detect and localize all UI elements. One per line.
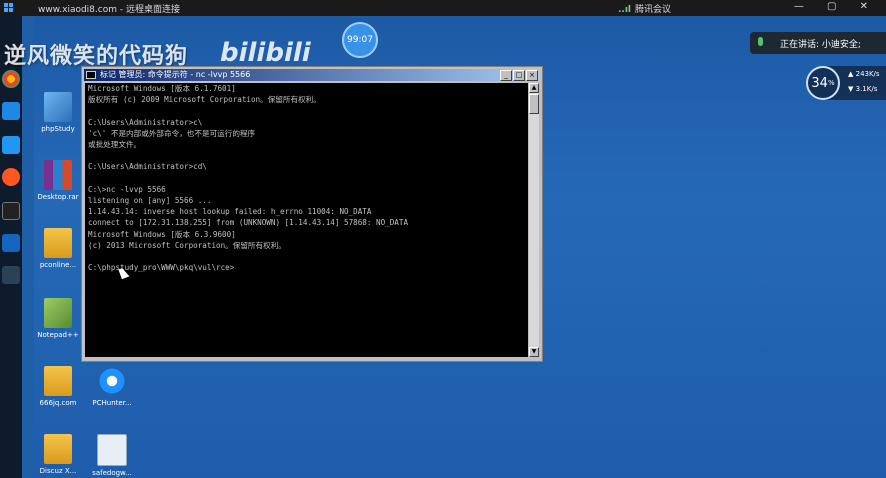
firefox-icon[interactable] (2, 168, 20, 186)
timer-badge[interactable]: 99:07 (342, 22, 378, 58)
desktop-icon-label: PCHunter... (92, 399, 132, 407)
scroll-down-arrow-icon[interactable]: ▼ (529, 347, 539, 357)
desktop-icon-phpstudy[interactable]: phpStudy (32, 92, 84, 133)
console-line: C:\>nc -lvvp 5566 (88, 184, 166, 194)
usage-percent-value: 34 (811, 75, 828, 91)
window-controls[interactable]: — ▢ ✕ (794, 1, 878, 12)
chrome-icon[interactable] (2, 70, 20, 88)
console-line: 版权所有 (c) 2009 Microsoft Corporation。保留所有… (88, 95, 321, 105)
console-line: listening on [any] 5566 ... (88, 196, 212, 206)
desktop-icon-label: safedogw... (92, 469, 132, 477)
windows-logo-icon[interactable] (4, 3, 14, 13)
close-button[interactable]: × (526, 70, 538, 81)
usage-percent-unit: % (827, 79, 835, 87)
console-line: C:\Users\Administrator>c\ (88, 117, 203, 127)
upload-speed: ▲ 243K/s (848, 70, 880, 78)
cmd-window-buttons: _ □ × (499, 70, 538, 81)
cmd-console-output[interactable]: Microsoft Windows [版本 6.1.7601] 版权所有 (c) … (85, 83, 528, 357)
cmd-titlebar[interactable]: 标记 管理员: 命令提示符 - nc -lvvp 5566 _ □ × (84, 69, 540, 81)
desktop-icon-safedog[interactable]: safedogw... (86, 434, 138, 477)
safedog-icon (97, 434, 127, 466)
network-monitor-widget[interactable]: 34% ▲ 243K/s ▼ 3.1K/s (806, 66, 886, 100)
cmd-app-icon (86, 71, 96, 79)
command-prompt-window[interactable]: 标记 管理员: 命令提示符 - nc -lvvp 5566 _ □ × Micros… (81, 66, 543, 362)
scroll-thumb[interactable] (529, 94, 539, 114)
console-line: 'c\' 不是内部或外部命令，也不是可运行的程序 (88, 128, 256, 138)
console-line: 或批处理文件。 (88, 140, 142, 150)
desktop-icon-label: phpStudy (41, 125, 75, 133)
desktop-icon-pchunter[interactable]: PCHunter... (86, 366, 138, 407)
console-line: C:\phpstudy_pro\WWW\pkq\vul\rce> (88, 263, 235, 273)
phpstudy-icon (44, 92, 72, 122)
remote-window-title: www.xiaodi8.com - 远程桌面连接 (38, 5, 180, 15)
notepadpp-icon (44, 298, 72, 328)
left-taskbar (0, 16, 22, 478)
console-line: Microsoft Windows [版本 6.3.9600] (88, 229, 236, 239)
microphone-icon (758, 37, 763, 46)
console-line: Microsoft Windows [版本 6.1.7601] (88, 84, 236, 93)
desktop-icon-label: Notepad++ (37, 331, 79, 339)
cmd-scrollbar[interactable]: ▲ ▼ (529, 83, 539, 357)
bilibili-logo: bilibili (220, 38, 311, 68)
usage-percent-ring: 34% (806, 66, 840, 100)
scroll-up-arrow-icon[interactable]: ▲ (529, 83, 539, 93)
download-speed: ▼ 3.1K/s (848, 85, 878, 93)
vm-app-icon[interactable] (2, 234, 20, 252)
desktop-icon-discuz[interactable]: Discuz X... (32, 434, 84, 475)
desktop-icon-label: Discuz X... (39, 467, 77, 475)
minimize-button[interactable]: _ (500, 70, 512, 81)
console-line: connect to [172.31.138.255] from (UNKNOW… (88, 218, 409, 228)
maximize-button[interactable]: □ (513, 70, 525, 81)
desktop-icon-notepadpp[interactable]: Notepad++ (32, 298, 84, 339)
speaking-indicator: 正在讲话: 小迪安全; (750, 32, 886, 54)
meeting-indicator: ..ıl 腾讯会议 (618, 2, 671, 15)
speaking-label: 正在讲话: 小迪安全; (780, 40, 861, 50)
download-speed-value: 3.1K/s (855, 85, 878, 93)
winrar-icon (44, 160, 72, 190)
upload-app-icon[interactable] (2, 102, 20, 120)
folder-icon (44, 434, 72, 464)
folder-icon (44, 366, 72, 396)
upload-speed-value: 243K/s (855, 70, 880, 78)
signal-icon: ..ıl (618, 5, 632, 15)
console-line: C:\Users\Administrator>cd\ (88, 162, 207, 172)
terminal-icon[interactable] (2, 202, 20, 220)
desktop-icon-label: 666jq.com (39, 399, 77, 407)
cmd-title: 标记 管理员: 命令提示符 - nc -lvvp 5566 (100, 70, 251, 79)
wave-app-icon[interactable] (2, 136, 20, 154)
folder-icon (44, 228, 72, 258)
console-line: 1.14.43.14: inverse host lookup failed: … (88, 207, 372, 217)
pchunter-icon (98, 366, 126, 396)
desktop-icon-666jq[interactable]: 666jq.com (32, 366, 84, 407)
desktop-icon-pconline[interactable]: pconline... (32, 228, 84, 269)
meeting-label: 腾讯会议 (635, 5, 672, 15)
remote-desktop-taskbar-icon[interactable] (2, 266, 20, 284)
desktop-icon-label: pconline... (39, 261, 77, 269)
console-line: (c) 2013 Microsoft Corporation。保留所有权利。 (88, 240, 286, 250)
desktop-icon-label: Desktop.rar (37, 193, 79, 201)
desktop-icon-desktop-rar[interactable]: Desktop.rar (32, 160, 84, 201)
remote-desktop-titlebar: www.xiaodi8.com - 远程桌面连接 ..ıl 腾讯会议 — ▢ ✕ (0, 0, 886, 16)
